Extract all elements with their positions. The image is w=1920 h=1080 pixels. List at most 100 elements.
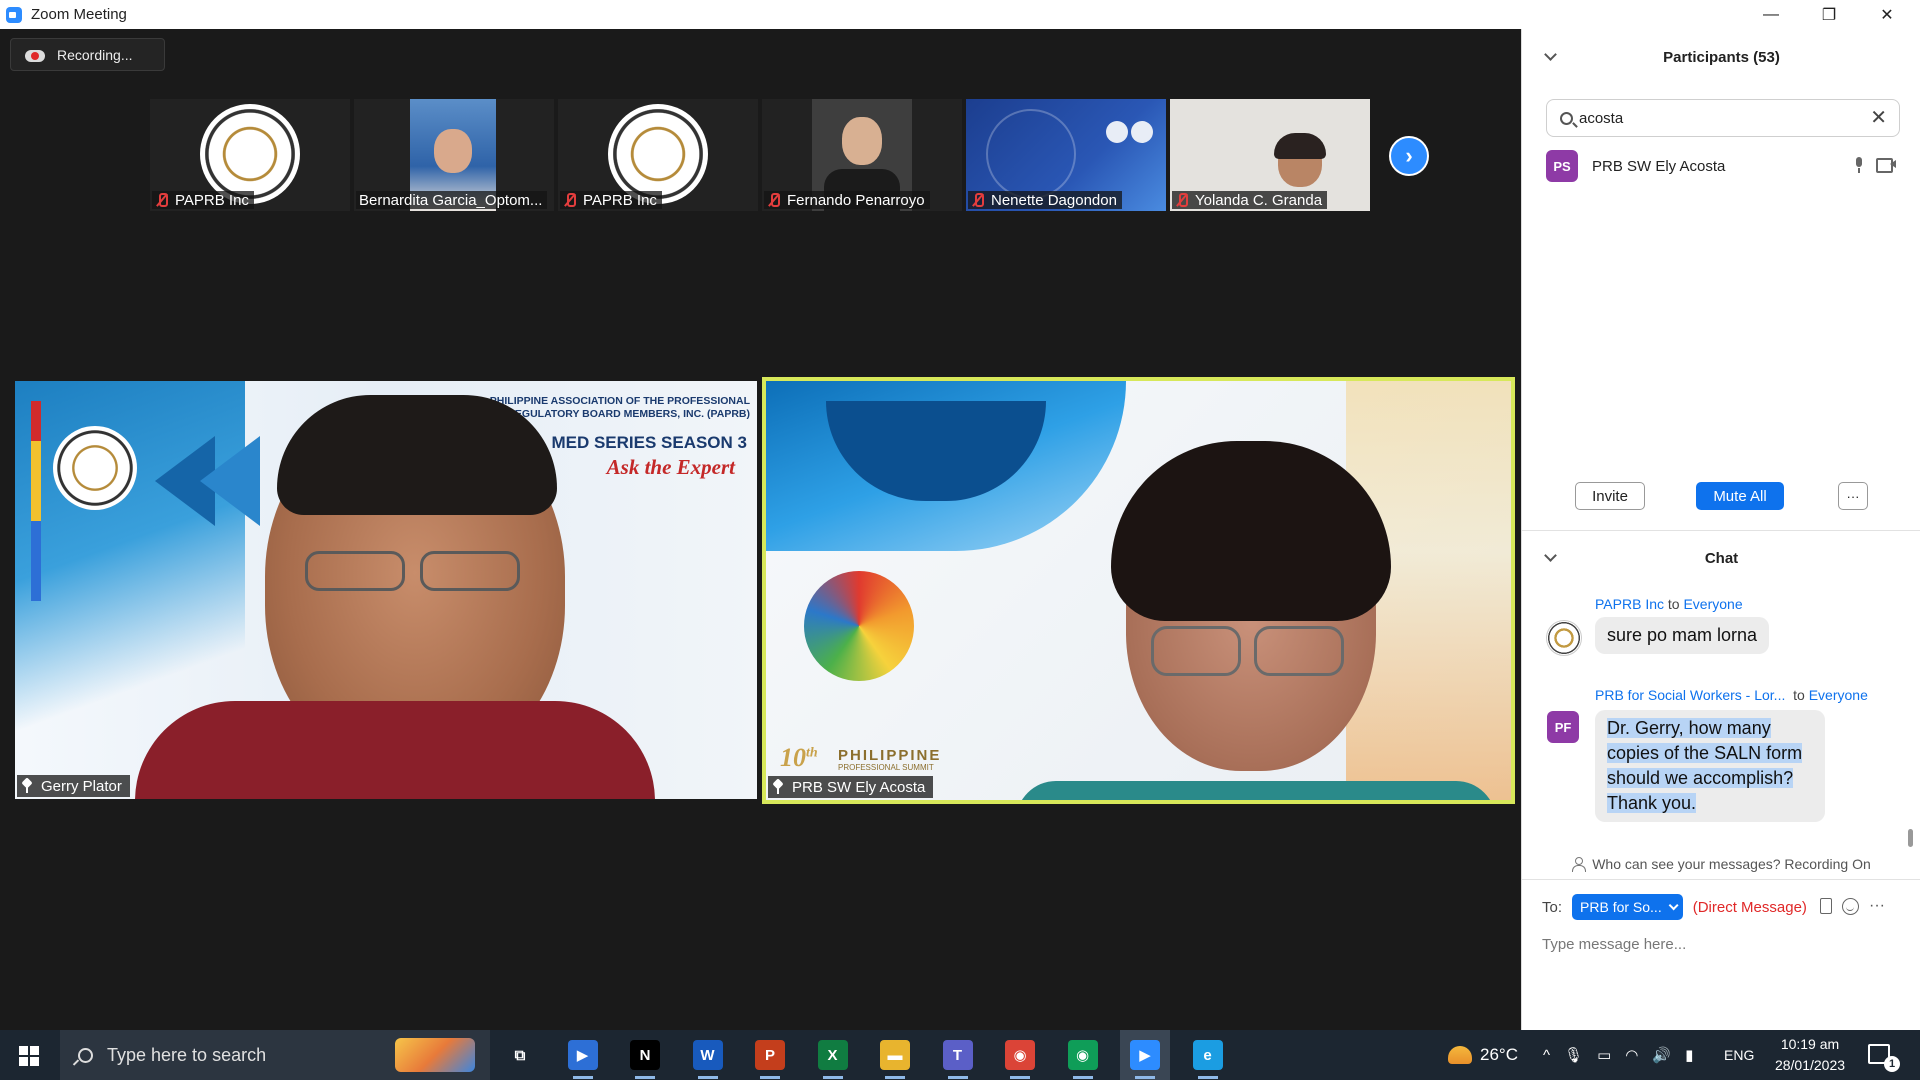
cloud-record-icon <box>25 48 45 62</box>
taskbar-search[interactable]: Type here to search <box>60 1030 490 1080</box>
mute-all-button[interactable]: Mute All <box>1696 482 1784 510</box>
notification-count: 1 <box>1884 1056 1900 1072</box>
sender-avatar <box>1546 620 1582 656</box>
microphone-tray-icon[interactable]: 🎙 <box>1564 1046 1583 1064</box>
chat-title: Chat <box>1704 549 1739 567</box>
zoom-app-icon <box>6 6 22 23</box>
video-area: Recording... PAPRB Inc Bernardita Garcia… <box>0 29 1521 1030</box>
participant-name: Nenette Dagondon <box>991 191 1117 209</box>
more-options-button[interactable]: ··· <box>1838 482 1868 510</box>
video-thumbnail[interactable]: Fernando Penarroyo <box>762 99 962 211</box>
chat-sender[interactable]: PRB for Social Workers - Lor... <box>1595 687 1785 703</box>
microphone-icon[interactable] <box>1854 157 1864 173</box>
running-indicator <box>1197 1076 1218 1079</box>
language-indicator[interactable]: ENG <box>1724 1030 1754 1080</box>
running-indicator <box>1010 1076 1030 1079</box>
chat-message-line: Dr. Gerry, how many <box>1607 718 1771 738</box>
sender-avatar: PF <box>1547 711 1579 743</box>
chat-message-meta: PAPRB Inc to Everyone <box>1595 596 1743 612</box>
minimize-button[interactable]: — <box>1742 0 1800 29</box>
next-page-button[interactable]: › <box>1389 136 1429 176</box>
summit-logo <box>804 571 914 681</box>
taskbar-app-edge[interactable]: e <box>1192 1040 1223 1070</box>
battery-icon[interactable]: ▮ <box>1685 1046 1693 1064</box>
volume-icon[interactable]: 🔊 <box>1652 1046 1671 1064</box>
chat-message-bubble: Dr. Gerry, how many copies of the SALN f… <box>1595 710 1825 822</box>
running-indicator <box>822 1076 843 1079</box>
video-camera-icon[interactable] <box>1876 157 1896 173</box>
recipient-dropdown[interactable]: PRB for So... <box>1572 894 1683 920</box>
video-thumbnail[interactable]: Yolanda C. Granda <box>1170 99 1370 211</box>
running-indicator <box>947 1076 968 1079</box>
chat-scrollbar[interactable] <box>1908 829 1913 847</box>
video-thumbnail[interactable]: PAPRB Inc <box>150 99 350 211</box>
direct-message-label: (Direct Message) <box>1692 898 1807 916</box>
taskbar-app-zoom[interactable]: ▶ <box>1130 1040 1160 1070</box>
pin-icon <box>21 779 33 793</box>
participant-avatar: PS <box>1546 150 1578 182</box>
video-tile-speaker[interactable]: PHILIPPINE ASSOCIATION OF THE PROFESSION… <box>15 381 757 799</box>
display-icon[interactable]: ▭ <box>1597 1046 1611 1064</box>
video-tile-active[interactable]: 10th PHILIPPINE PROFESSIONAL SUMMIT PRB … <box>762 377 1515 804</box>
taskbar-app-netflix[interactable]: N <box>630 1040 660 1070</box>
chevron-down-icon[interactable] <box>1544 549 1557 562</box>
video-thumbnail[interactable]: Nenette Dagondon <box>966 99 1166 211</box>
message-visibility-text: Who can see your messages? Recording On <box>1592 856 1871 872</box>
paprb-logo <box>53 426 137 510</box>
mic-muted-icon <box>971 193 985 207</box>
search-icon <box>78 1047 93 1063</box>
speaker-glasses <box>420 551 520 591</box>
chat-sender[interactable]: PAPRB Inc <box>1595 596 1664 612</box>
running-indicator <box>760 1076 780 1079</box>
search-highlight-image <box>395 1038 475 1072</box>
paprb-logo <box>200 104 300 204</box>
summit-number: 10 <box>780 743 806 772</box>
file-icon[interactable] <box>1820 898 1832 914</box>
mic-muted-icon <box>563 193 577 207</box>
chat-message-line: should we accomplish? <box>1607 768 1794 788</box>
participant-name: Yolanda C. Granda <box>1195 191 1323 209</box>
windows-start-button[interactable] <box>19 1046 39 1066</box>
invite-button[interactable]: Invite <box>1575 482 1645 510</box>
video-thumbnail[interactable]: PAPRB Inc <box>558 99 758 211</box>
close-button[interactable]: ✕ <box>1858 0 1916 29</box>
taskbar-app-chrome-profile[interactable]: ◉ <box>1067 1040 1098 1070</box>
chevron-up-icon[interactable]: ^ <box>1543 1047 1550 1064</box>
taskbar-app-chrome[interactable]: ◉ <box>1005 1040 1035 1070</box>
chat-recipient[interactable]: Everyone <box>1683 596 1742 612</box>
taskbar-app-excel[interactable]: X <box>817 1040 848 1070</box>
chevron-graphic <box>200 436 260 526</box>
chevron-down-icon[interactable] <box>1544 48 1557 61</box>
running-indicator <box>1135 1076 1155 1079</box>
participant-search-input[interactable] <box>1579 109 1849 127</box>
recording-indicator[interactable]: Recording... <box>10 38 165 71</box>
participant-row[interactable]: PS PRB SW Ely Acosta <box>1546 146 1900 186</box>
commission-seal <box>986 109 1076 199</box>
title-bar: Zoom Meeting — ❐ ✕ <box>0 0 1920 29</box>
chat-recipient[interactable]: Everyone <box>1809 687 1868 703</box>
taskbar-app-word[interactable]: W <box>692 1040 723 1070</box>
taskbar-app-powerpoint[interactable]: P <box>755 1040 785 1070</box>
video-thumbnail[interactable]: Bernardita Garcia_Optom... <box>354 99 554 211</box>
clock-date: 28/01/2023 <box>1774 1057 1846 1073</box>
chat-message-input[interactable] <box>1542 929 1902 959</box>
taskbar-app-teams[interactable]: T <box>942 1040 973 1070</box>
summit-title: PHILIPPINE <box>838 747 942 764</box>
network-icon[interactable]: ◠ <box>1625 1046 1638 1064</box>
taskbar-clock[interactable]: 10:19 am 28/01/2023 <box>1760 1034 1860 1076</box>
weather-temperature[interactable]: 26°C <box>1480 1045 1518 1065</box>
clear-search-button[interactable]: ✕ <box>1870 108 1887 128</box>
participant-search[interactable]: ✕ <box>1546 99 1900 137</box>
recipient-value: PRB for So... <box>1580 899 1662 915</box>
weather-icon[interactable] <box>1448 1046 1472 1064</box>
taskbar-app-zoom-meetings[interactable]: ▶ <box>567 1040 598 1070</box>
emoji-icon[interactable] <box>1842 897 1859 915</box>
paprb-logo <box>608 104 708 204</box>
taskbar-app-file-explorer[interactable]: ▬ <box>880 1040 910 1070</box>
restore-button[interactable]: ❐ <box>1800 0 1858 29</box>
taskbar-app-task-view[interactable]: ⧉ <box>505 1040 535 1070</box>
chat-message-line: copies of the SALN form <box>1607 743 1803 763</box>
message-visibility-notice[interactable]: Who can see your messages? Recording On <box>1522 852 1920 876</box>
more-icon[interactable]: ··· <box>1869 897 1885 915</box>
banner-tagline: Ask the Expert <box>606 455 735 479</box>
